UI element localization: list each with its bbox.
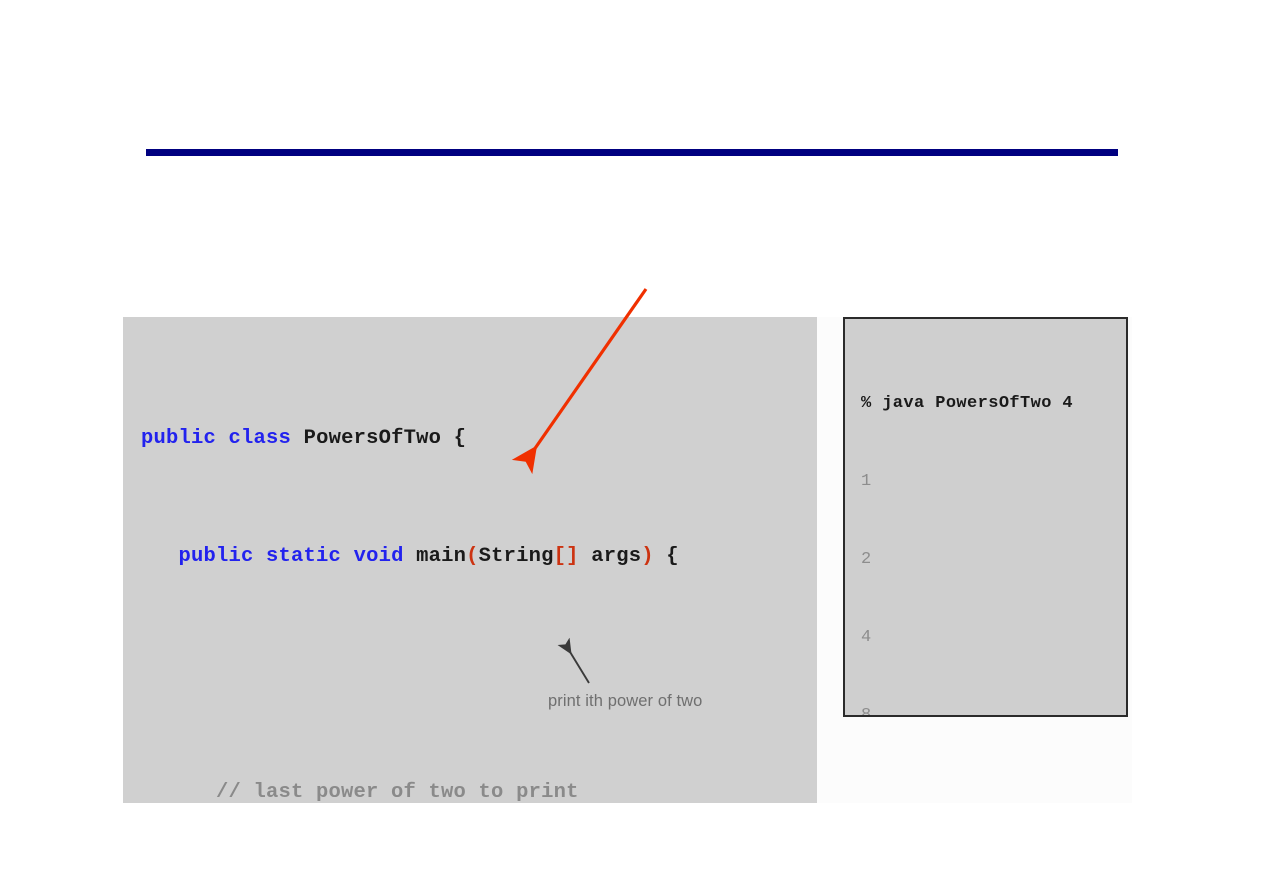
code-line-1: public class PowersOfTwo { — [141, 424, 679, 454]
keyword-class: class — [228, 426, 292, 450]
terminal-output-line: 2 — [861, 550, 872, 569]
annotation-caption-print-ith-power: print ith power of two — [548, 692, 703, 710]
keyword-static: static — [266, 544, 342, 568]
code-panel: public class PowersOfTwo { public static… — [123, 317, 817, 803]
terminal-command-1: % java PowersOfTwo 4 — [861, 394, 1074, 413]
terminal-output-line: 8 — [861, 706, 872, 717]
paren-close: ) — [641, 544, 654, 568]
java-source-code: public class PowersOfTwo { public static… — [141, 335, 679, 804]
terminal-output-panel: % java PowersOfTwo 4 1 2 4 8 % java Powe… — [843, 317, 1128, 717]
terminal-output-line: 1 — [861, 472, 872, 491]
code-line-4: // last power of two to print — [141, 778, 679, 804]
terminal-transcript: % java PowersOfTwo 4 1 2 4 8 % java Powe… — [861, 339, 1074, 717]
array-brackets: [] — [553, 544, 579, 568]
class-name-powersoftwo: PowersOfTwo — [303, 426, 442, 450]
keyword-public: public — [141, 426, 217, 450]
paren-open: ( — [466, 544, 479, 568]
comment-last-power: // last power of two to print — [216, 780, 579, 804]
param-args: args — [591, 544, 642, 568]
title-divider-rule — [146, 149, 1118, 156]
open-brace: { — [453, 426, 467, 450]
type-string: String — [478, 544, 554, 568]
code-line-2: public static void main(String[] args) { — [141, 542, 679, 572]
keyword-public: public — [178, 544, 254, 568]
open-brace: { — [666, 544, 679, 568]
slide-canvas: public class PowersOfTwo { public static… — [0, 0, 1263, 893]
keyword-void: void — [353, 544, 404, 568]
terminal-output-line: 4 — [861, 628, 872, 647]
method-name-main: main — [416, 544, 467, 568]
